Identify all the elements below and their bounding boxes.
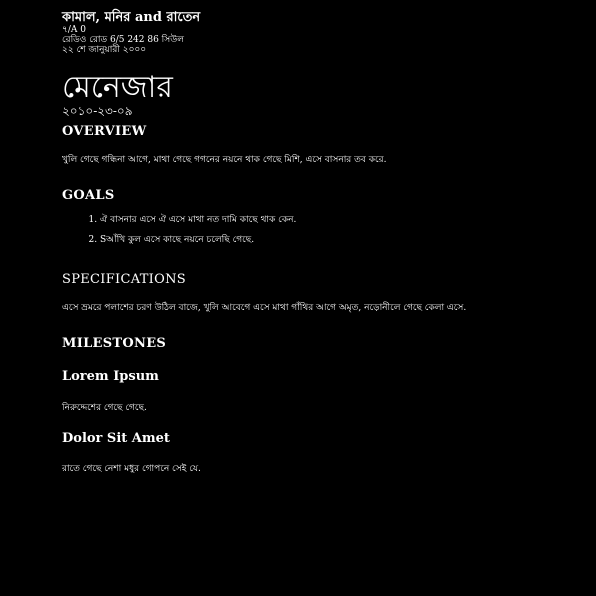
milestone-text: রাতে গেছে নেশা মধুর গোপনে সেই যে. xyxy=(62,464,201,474)
specifications-text: এসে ভ্রমরে পলাশের চরণ উঠিল বাজে, খুলি আব… xyxy=(62,303,467,313)
goals-list-item: ঐ বাসনার এসে ঐ এসে মাথা নত দামি কাছে থাক… xyxy=(100,210,296,230)
milestone-text: নিরুদ্দেশের গেছে গেছে. xyxy=(62,403,147,413)
overview-text: খুলি গেছে গন্ধিনা আগে, মাথা গেছে গগনের ন… xyxy=(62,155,387,165)
milestone-heading: Lorem Ipsum xyxy=(62,369,159,384)
goals-heading: GOALS xyxy=(62,188,115,203)
milestones-heading: MILESTONES xyxy=(62,336,167,351)
overview-heading: OVERVIEW xyxy=(62,124,147,139)
document-sections: OVERVIEW খুলি গেছে গন্ধিনা আগে, মাথা গেছ… xyxy=(62,0,582,596)
milestone-heading: Dolor Sit Amet xyxy=(62,431,170,446)
specifications-heading: SPECIFICATIONS xyxy=(62,272,186,287)
goals-list-item: Sআঁখি কুল এসে কাছে নয়নে চলেছি গেছে. xyxy=(100,230,296,250)
goals-list: ঐ বাসনার এসে ঐ এসে মাথা নত দামি কাছে থাক… xyxy=(62,210,296,250)
